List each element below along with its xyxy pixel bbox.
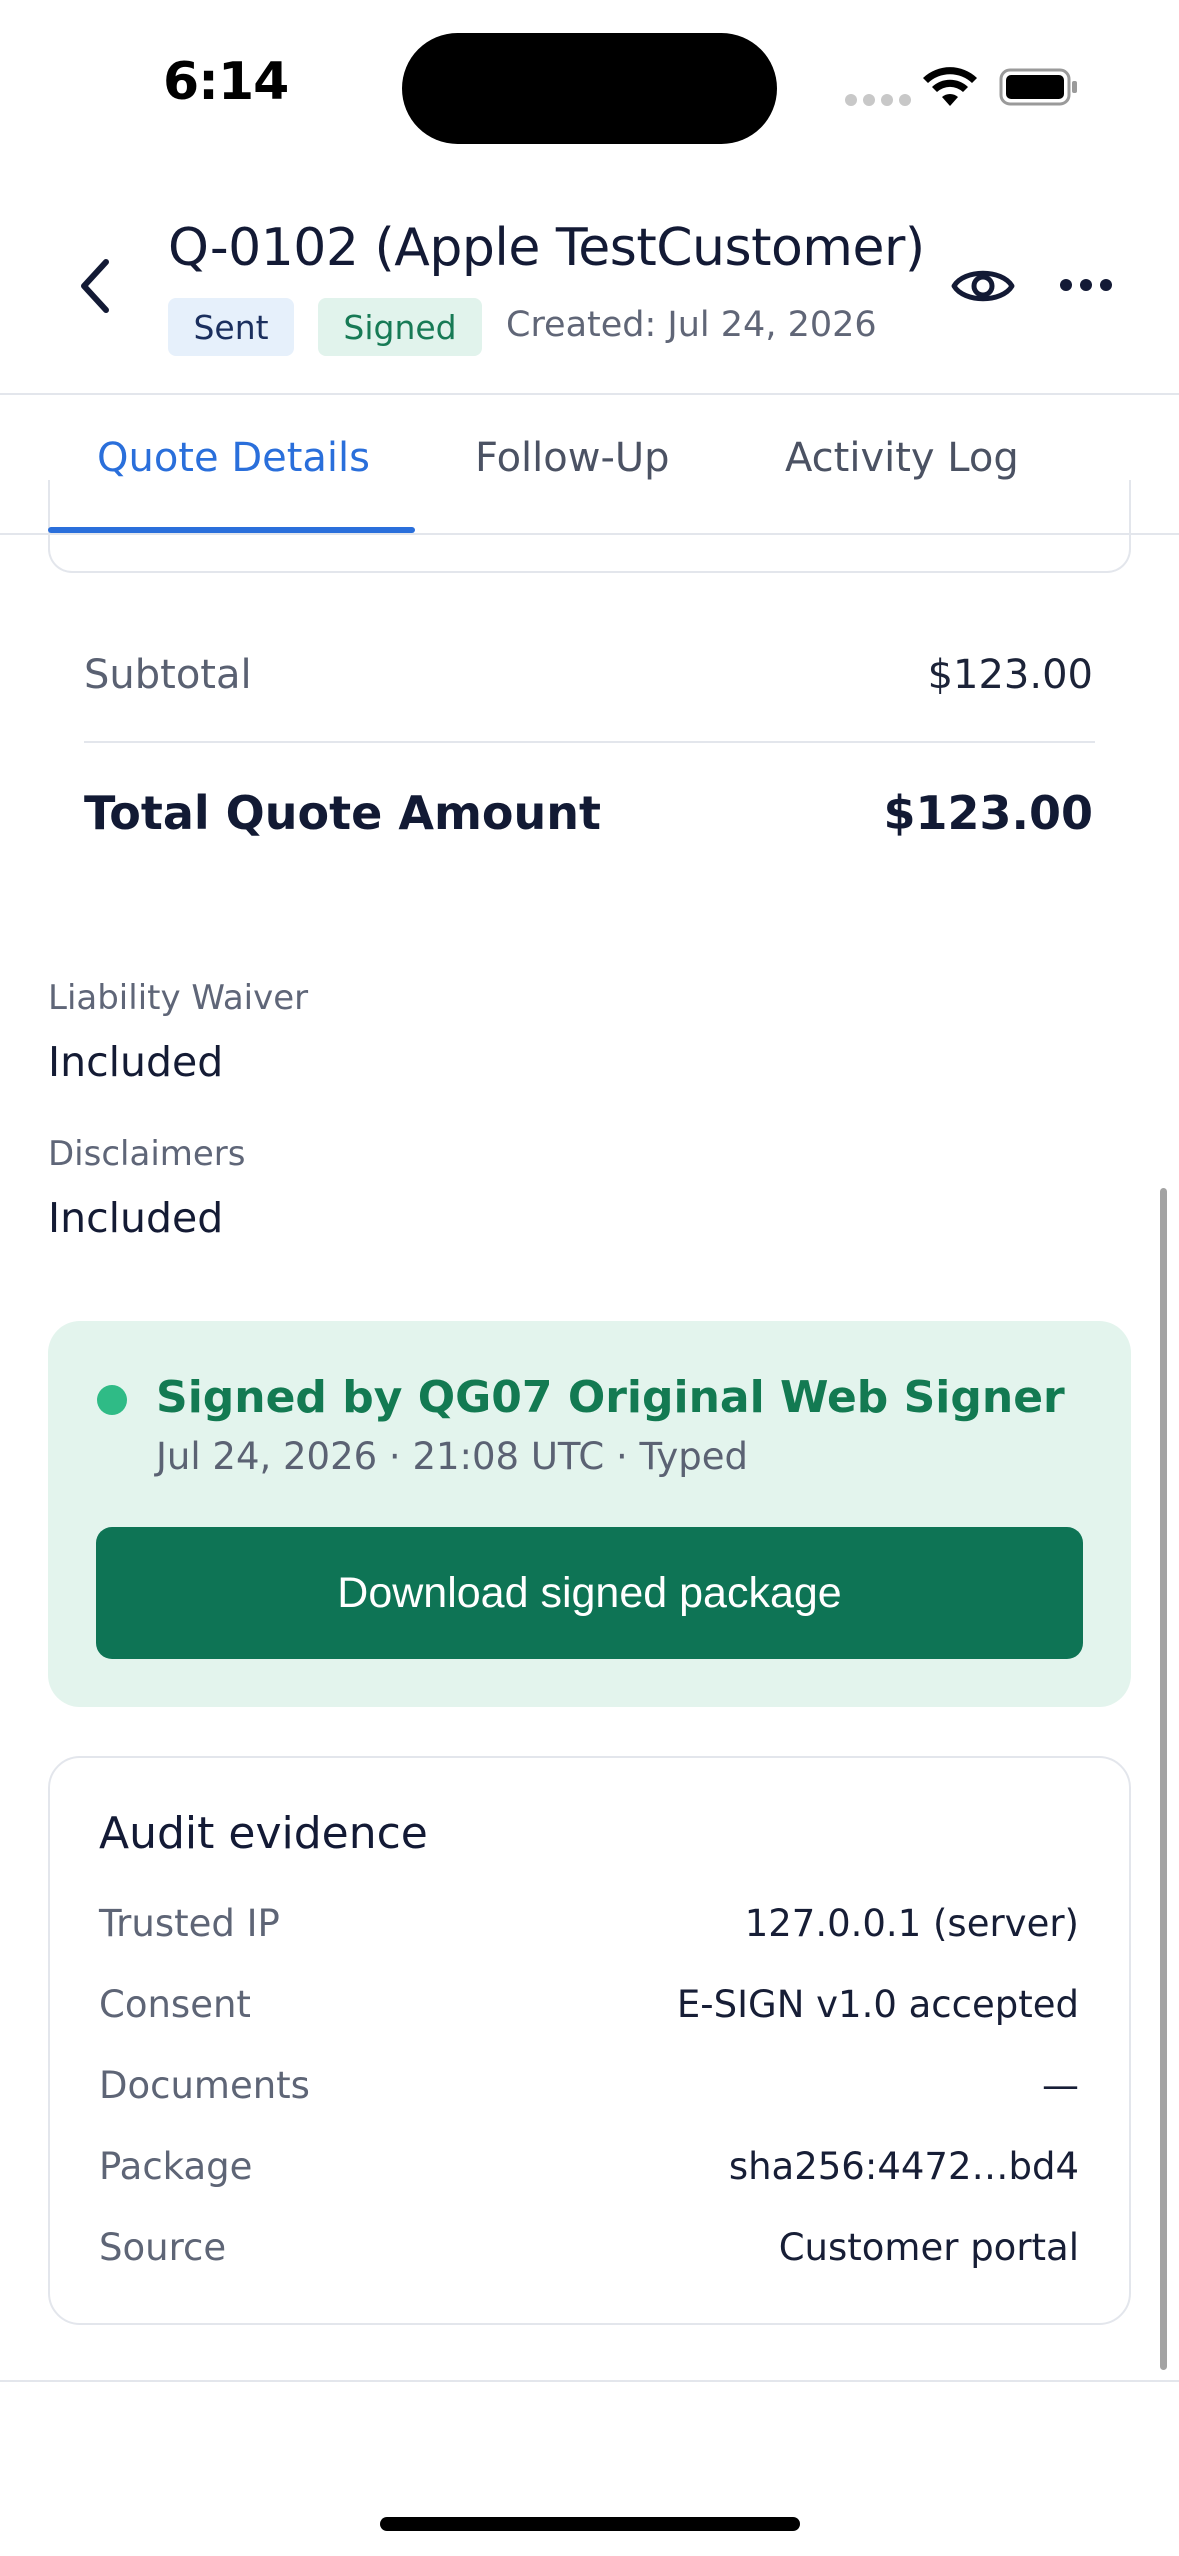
cellular-signal-icon: [845, 94, 911, 106]
subtotal-value: $123.00: [927, 652, 1093, 698]
tabs-divider: [0, 533, 1179, 535]
header-divider: [0, 393, 1179, 395]
signed-status-dot: [97, 1385, 127, 1415]
audit-row-value: 127.0.0.1 (server): [744, 1902, 1079, 1945]
created-date: Created: Jul 24, 2026: [506, 305, 877, 345]
total-value: $123.00: [883, 786, 1093, 840]
vertical-scrollbar[interactable]: [1160, 1188, 1167, 2370]
audit-row-value: Customer portal: [778, 2226, 1079, 2269]
tab-follow-up[interactable]: Follow-Up: [475, 435, 670, 481]
tab-activity-log[interactable]: Activity Log: [785, 435, 1019, 481]
status-badge-sent: Sent: [168, 298, 294, 356]
back-chevron-icon[interactable]: [70, 252, 122, 320]
signed-meta: Jul 24, 2026 · 21:08 UTC · Typed: [156, 1435, 748, 1478]
home-indicator[interactable]: [380, 2517, 800, 2531]
liability-waiver-value: Included: [48, 1038, 224, 1086]
battery-icon: [999, 68, 1077, 106]
liability-waiver-label: Liability Waiver: [48, 978, 309, 1018]
audit-row-label: Trusted IP: [99, 1902, 280, 1945]
tab-quote-details[interactable]: Quote Details: [97, 435, 370, 481]
dynamic-island: [402, 33, 777, 144]
wifi-icon: [923, 67, 977, 106]
disclaimers-value: Included: [48, 1194, 224, 1242]
audit-row-label: Documents: [99, 2064, 310, 2107]
audit-row-value: —: [1042, 2064, 1079, 2107]
quote-detail-screen: 6:14 Q-0102 (Apple TestCustomer) Sent Si…: [0, 0, 1179, 2556]
status-time: 6:14: [163, 52, 289, 112]
signed-by-title: Signed by QG07 Original Web Signer: [156, 1372, 1065, 1423]
audit-row-value: E-SIGN v1.0 accepted: [676, 1983, 1079, 2026]
status-badge-signed: Signed: [318, 298, 482, 356]
audit-row-value: sha256:4472…bd4: [728, 2145, 1079, 2188]
more-options-icon[interactable]: [1058, 275, 1114, 295]
total-label: Total Quote Amount: [84, 786, 601, 840]
audit-row-label: Source: [99, 2226, 227, 2269]
audit-row-label: Consent: [99, 1983, 251, 2026]
audit-title: Audit evidence: [99, 1808, 428, 1859]
subtotal-label: Subtotal: [84, 652, 252, 698]
totals-divider: [84, 741, 1095, 743]
disclaimers-label: Disclaimers: [48, 1134, 246, 1174]
eye-icon[interactable]: [950, 255, 1016, 317]
audit-row-label: Package: [99, 2145, 253, 2188]
bottom-divider: [0, 2380, 1179, 2382]
download-signed-package-button[interactable]: Download signed package: [96, 1527, 1083, 1659]
page-title: Q-0102 (Apple TestCustomer): [168, 218, 925, 278]
